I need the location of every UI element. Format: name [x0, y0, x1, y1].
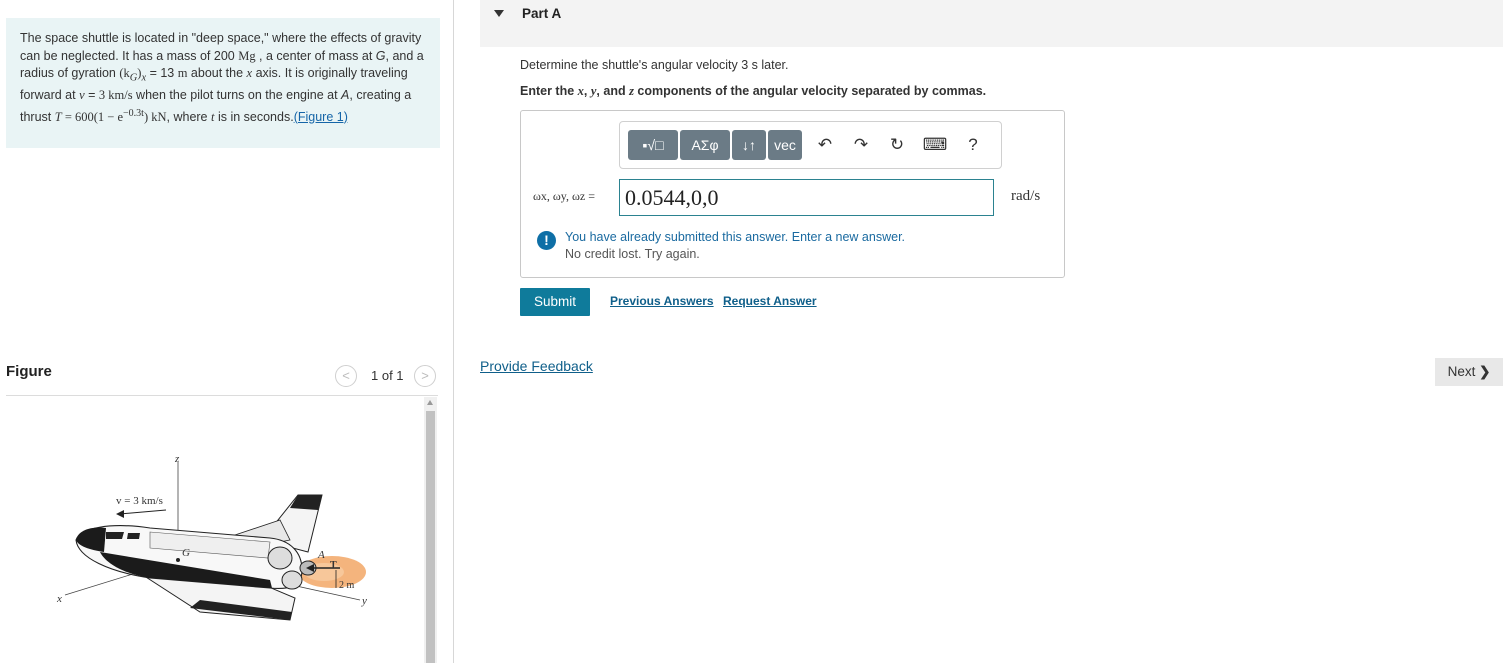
- templates-button[interactable]: ▪√□: [628, 130, 678, 160]
- answer-unit: rad/s: [1011, 188, 1041, 204]
- problem-text: is in seconds.: [214, 109, 294, 124]
- figure-counter: 1 of 1: [371, 368, 404, 383]
- mass-unit: Mg: [238, 48, 256, 63]
- submit-button[interactable]: Submit: [520, 288, 590, 316]
- templates-icon: ▪√□: [642, 137, 664, 153]
- scrollbar-thumb[interactable]: [426, 411, 435, 663]
- gyration-symbol: (kG)x: [119, 66, 147, 84]
- instruction-text: Enter the x, y, and z components of the …: [520, 84, 987, 98]
- previous-answers-link[interactable]: Previous Answers: [610, 294, 714, 308]
- figure-label-x: x: [56, 593, 62, 605]
- help-icon[interactable]: ?: [960, 130, 986, 160]
- engine-nozzle: [267, 546, 293, 570]
- center-of-mass-point: [176, 558, 180, 562]
- reset-icon[interactable]: ↻: [884, 130, 910, 160]
- velocity-arrowhead: [116, 510, 124, 518]
- feedback-submessage: No credit lost. Try again.: [565, 247, 700, 261]
- engine-nozzle: [281, 570, 303, 590]
- figure-next-button[interactable]: >: [414, 365, 436, 387]
- problem-text: about the: [187, 66, 247, 80]
- greek-icon: ΑΣφ: [691, 137, 719, 153]
- velocity-arrow: [119, 509, 167, 515]
- greek-symbols-button[interactable]: ΑΣφ: [680, 130, 730, 160]
- figure-link[interactable]: (Figure 1): [294, 110, 348, 124]
- question-text: Determine the shuttle's angular velocity…: [520, 58, 789, 72]
- problem-text: , where: [166, 109, 211, 124]
- figure-label-distance: 2 m: [339, 580, 355, 591]
- figure-label-velocity: v = 3 km/s: [116, 495, 163, 507]
- warning-icon: !: [537, 231, 556, 250]
- request-answer-link[interactable]: Request Answer: [723, 294, 817, 308]
- speed-value: 3 km/s: [98, 88, 133, 102]
- keyboard-icon[interactable]: ⌨: [922, 130, 948, 160]
- collapse-caret-icon[interactable]: [494, 10, 504, 17]
- problem-text: = 13: [146, 66, 178, 80]
- figure-label-g: G: [182, 547, 190, 559]
- figure-label-y: y: [361, 595, 367, 607]
- problem-statement: The space shuttle is located in "deep sp…: [6, 18, 440, 148]
- math-toolbar: ▪√□ ΑΣφ ↓↑ vec ↶ ↷ ↻ ⌨ ?: [619, 121, 1002, 169]
- answer-input[interactable]: 0.0544,0,0: [619, 179, 994, 216]
- answer-label: ωx, ωy, ωz =: [533, 189, 596, 203]
- feedback-message: You have already submitted this answer. …: [565, 230, 906, 244]
- unit-m: m: [177, 66, 188, 80]
- chevron-left-icon: <: [342, 368, 350, 383]
- figure-label-thrust: T: [330, 560, 337, 571]
- chevron-right-icon: >: [421, 368, 429, 383]
- chevron-right-icon: ❯: [1479, 364, 1491, 379]
- problem-text: =: [84, 88, 99, 102]
- figure-divider: [6, 395, 438, 396]
- subscript-button[interactable]: ↓↑: [732, 130, 766, 160]
- next-label: Next: [1447, 364, 1476, 379]
- figure-title: Figure: [6, 363, 52, 380]
- arrows-icon: ↓↑: [742, 137, 756, 153]
- cockpit-window: [106, 532, 124, 539]
- figure-scrollbar[interactable]: [424, 397, 437, 663]
- undo-icon[interactable]: ↶: [812, 130, 838, 160]
- point-g: G: [375, 48, 386, 63]
- problem-text: , a center of mass at: [255, 48, 376, 63]
- figure-label-z: z: [174, 453, 180, 465]
- vec-label: vec: [774, 137, 796, 153]
- figure-prev-button[interactable]: <: [335, 365, 357, 387]
- tail-fin-tip: [290, 495, 322, 510]
- problem-text: when the pilot turns on the engine at: [132, 88, 342, 102]
- vector-button[interactable]: vec: [768, 130, 802, 160]
- thrust-expression: = 600(1 − e−0.3t) kN: [61, 107, 167, 124]
- scroll-up-arrow-icon[interactable]: [427, 400, 433, 405]
- thrust-symbol: T: [54, 109, 62, 124]
- provide-feedback-link[interactable]: Provide Feedback: [480, 358, 593, 374]
- answer-panel: ▪√□ ΑΣφ ↓↑ vec ↶ ↷ ↻ ⌨ ? ωx, ωy, ωz = 0.…: [520, 110, 1065, 278]
- figure-label-a: A: [317, 549, 325, 561]
- shuttle-figure: z x y v = 3 km/s G A T 2 m: [56, 453, 367, 621]
- part-title[interactable]: Part A: [522, 6, 561, 21]
- next-button[interactable]: Next ❯: [1435, 358, 1503, 386]
- cockpit-window: [127, 533, 140, 539]
- panel-divider: [453, 0, 454, 663]
- part-header[interactable]: [480, 0, 1503, 47]
- redo-icon[interactable]: ↷: [848, 130, 874, 160]
